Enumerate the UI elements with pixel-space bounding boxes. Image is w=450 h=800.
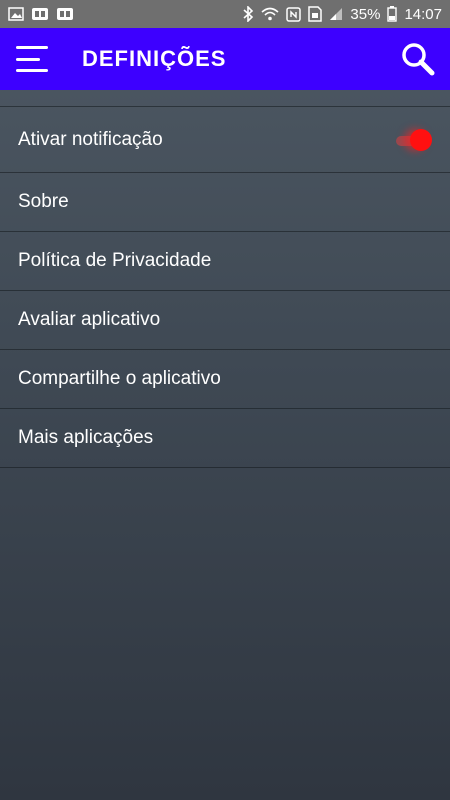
pay-icon xyxy=(56,7,74,21)
bluetooth-icon xyxy=(242,6,254,22)
status-bar-right: 35% 14:07 xyxy=(242,6,442,23)
settings-item-more-apps[interactable]: Mais aplicações xyxy=(0,409,450,468)
settings-item-label: Ativar notificação xyxy=(18,128,163,150)
settings-item-share-app[interactable]: Compartilhe o aplicativo xyxy=(0,350,450,409)
status-bar-left xyxy=(8,7,74,21)
pay-icon xyxy=(31,7,49,21)
image-icon xyxy=(8,7,24,21)
settings-item-label: Compartilhe o aplicativo xyxy=(18,368,221,389)
settings-item-label: Sobre xyxy=(18,191,69,212)
status-bar: 35% 14:07 xyxy=(0,0,450,28)
nfc-icon xyxy=(286,6,302,22)
hamburger-menu-icon[interactable] xyxy=(16,46,48,72)
settings-list: Ativar notificação Sobre Política de Pri… xyxy=(0,106,450,468)
menu-bar-bottom xyxy=(16,69,48,72)
menu-bar-middle xyxy=(16,57,40,61)
settings-item-about[interactable]: Sobre xyxy=(0,173,450,232)
app-bar: DEFINIÇÕES xyxy=(0,28,450,90)
search-icon[interactable] xyxy=(400,41,436,77)
wifi-icon xyxy=(261,7,279,21)
settings-item-notification[interactable]: Ativar notificação xyxy=(0,107,450,173)
settings-item-privacy-policy[interactable]: Política de Privacidade xyxy=(0,232,450,291)
battery-icon xyxy=(387,6,398,22)
settings-item-label: Política de Privacidade xyxy=(18,250,212,271)
signal-icon xyxy=(329,7,343,21)
settings-item-label: Avaliar aplicativo xyxy=(18,309,161,330)
battery-percent: 35% xyxy=(350,5,381,23)
toggle-thumb xyxy=(410,128,432,151)
sim-icon xyxy=(308,6,323,22)
settings-item-rate-app[interactable]: Avaliar aplicativo xyxy=(0,291,450,350)
status-time: 14:07 xyxy=(404,5,442,23)
notification-toggle[interactable] xyxy=(394,128,432,151)
menu-bar-top xyxy=(16,46,48,49)
page-title: DEFINIÇÕES xyxy=(82,46,227,71)
settings-item-label: Mais aplicações xyxy=(18,427,154,448)
